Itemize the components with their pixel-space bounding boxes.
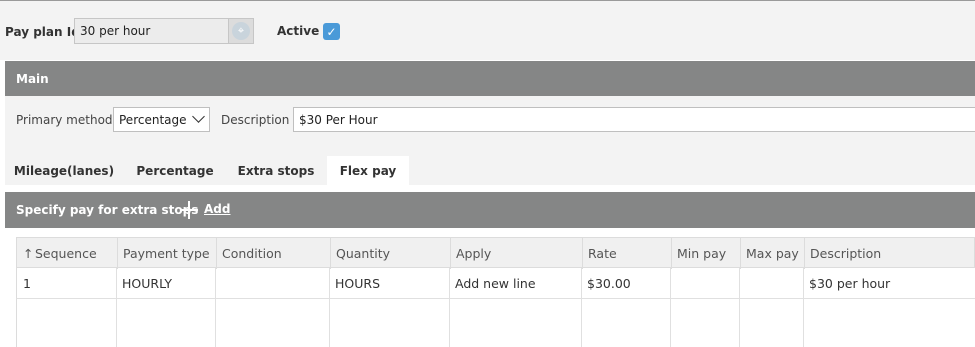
column-header-condition[interactable]: Condition — [216, 238, 331, 269]
tab-percentage[interactable]: Percentage — [130, 156, 220, 185]
column-header-min-pay[interactable]: Min pay — [671, 238, 741, 269]
cell-quantity: HOURS — [329, 268, 450, 299]
empty-cell — [449, 299, 582, 347]
cell-apply: Add new line — [449, 268, 582, 299]
pay-plan-id-input[interactable]: 30 per hour — [74, 18, 229, 44]
column-header-apply[interactable]: Apply — [450, 238, 583, 269]
extra-stops-header: Specify pay for extra stops — [5, 192, 975, 228]
table-row[interactable]: 1 HOURLY HOURS Add new line $30.00 $30 p… — [16, 268, 975, 299]
chevron-down-icon — [192, 110, 205, 123]
compass-icon: ⌖ — [232, 22, 250, 40]
cell-rate: $30.00 — [581, 268, 671, 299]
column-header-payment-type[interactable]: Payment type — [117, 238, 217, 269]
column-header-rate[interactable]: Rate — [582, 238, 672, 269]
description-label: Description — [221, 113, 290, 127]
empty-cell — [116, 299, 216, 347]
cell-sequence: 1 — [17, 268, 117, 299]
column-header-description[interactable]: Description — [804, 238, 974, 269]
table-header: ↑ Sequence Payment type Condition Quantit… — [16, 237, 975, 269]
add-button[interactable]: Add — [204, 202, 230, 216]
cell-min-pay — [670, 268, 740, 299]
column-header-max-pay[interactable]: Max pay — [740, 238, 805, 269]
table-row-empty — [16, 299, 975, 347]
tab-mileage-lanes[interactable]: Mileage(lanes) — [13, 156, 115, 185]
column-header-sequence[interactable]: ↑ Sequence — [17, 238, 118, 269]
empty-cell — [670, 299, 740, 347]
active-label: Active — [277, 24, 320, 38]
primary-method-label: Primary method — [16, 113, 113, 127]
empty-cell — [329, 299, 450, 347]
cell-condition — [215, 268, 330, 299]
plus-icon[interactable] — [180, 201, 198, 219]
cell-payment-type: HOURLY — [116, 268, 216, 299]
checkmark-icon: ✓ — [326, 24, 337, 39]
extra-stops-title: Specify pay for extra stops — [16, 203, 199, 217]
primary-method-value: Percentage — [119, 113, 187, 127]
lookup-button[interactable]: ⌖ — [228, 18, 254, 44]
empty-cell — [215, 299, 330, 347]
main-section-title: Main — [16, 71, 49, 86]
empty-cell — [17, 299, 117, 347]
cell-description: $30 per hour — [809, 276, 891, 291]
tab-extra-stops[interactable]: Extra stops — [232, 156, 320, 185]
empty-cell — [581, 299, 671, 347]
active-checkbox[interactable]: ✓ — [323, 23, 340, 40]
column-header-quantity[interactable]: Quantity — [330, 238, 451, 269]
empty-cell — [739, 299, 804, 347]
sort-arrow-icon: ↑ — [23, 246, 34, 261]
description-input[interactable]: $30 Per Hour — [293, 107, 975, 132]
tab-flex-pay[interactable]: Flex pay — [327, 156, 409, 185]
cell-max-pay — [739, 268, 804, 299]
pay-plan-id-label: Pay plan Id — [5, 25, 80, 39]
primary-method-select[interactable]: Percentage — [113, 107, 210, 132]
main-section-header: Main — [5, 61, 975, 96]
